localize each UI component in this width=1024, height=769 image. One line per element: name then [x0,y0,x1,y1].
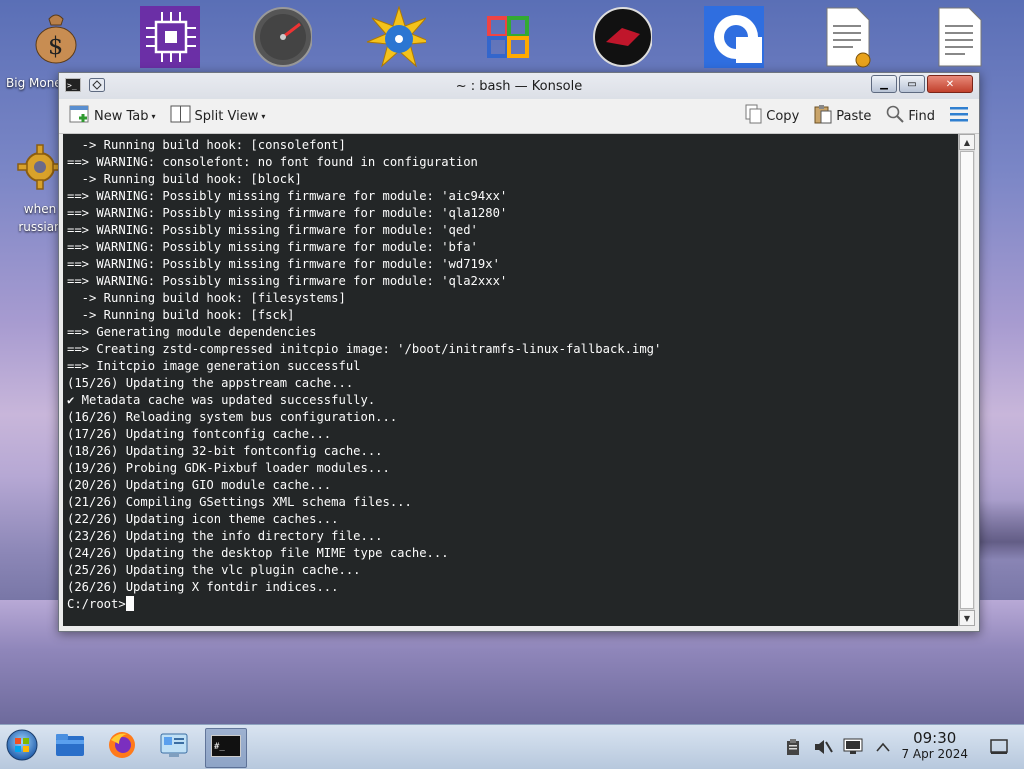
copy-icon [743,104,763,128]
terminal-line: (16/26) Reloading system bus configurati… [67,410,398,424]
terminal-line: (21/26) Compiling GSettings XML schema f… [67,495,412,509]
split-view-button[interactable]: Split View ▾ [166,102,270,130]
terminal-lines: -> Running build hook: [consolefont] ==>… [67,138,661,594]
terminal-line: ==> Initcpio image generation successful [67,359,361,373]
taskbar: #_ 09:30 7 Apr 2024 [0,724,1024,769]
terminal-line: ==> Generating module dependencies [67,325,317,339]
konsole-window: >_ ~ : bash — Konsole ▁ ▭ ✕ New Tab ▾ Sp… [58,72,980,632]
terminal-line: (23/26) Updating the info directory file… [67,529,383,543]
taskbar-firefox[interactable] [102,728,142,766]
clock-date: 7 Apr 2024 [901,747,968,761]
clipboard-tray-icon[interactable] [782,737,804,757]
chevron-down-icon: ▾ [151,111,156,121]
split-view-icon [170,104,192,128]
taskbar-konsole[interactable]: #_ [205,728,247,768]
arrow-down-icon: ▼ [963,613,971,623]
hamburger-menu-icon [949,105,969,127]
terminal-line: (25/26) Updating the vlc plugin cache... [67,563,361,577]
folder-icon [55,732,85,762]
terminal-line: -> Running build hook: [block] [81,172,302,186]
terminal-line: (15/26) Updating the appstream cache... [67,376,354,390]
minimize-button[interactable]: ▁ [871,75,897,93]
terminal-line: ==> WARNING: Possibly missing firmware f… [67,257,500,271]
find-label: Find [908,108,935,124]
terminal-line: ==> WARNING: Possibly missing firmware f… [67,206,508,220]
new-tab-label: New Tab [94,108,149,124]
terminal-line: ==> WARNING: Possibly missing firmware f… [67,189,508,203]
cpu-chip-icon [140,6,200,68]
batch-file-icon [818,6,878,68]
text-file-icon [930,6,990,68]
hamburger-menu-button[interactable] [945,103,973,129]
terminal-line: -> Running build hook: [filesystems] [81,291,346,305]
network-tray-icon[interactable] [842,737,864,757]
terminal-line: ✔ Metadata cache was updated successfull… [67,393,376,407]
copy-button[interactable]: Copy [739,102,803,130]
show-desktop-icon[interactable] [988,737,1010,757]
terminal-icon: #_ [211,735,241,761]
search-icon [885,104,905,128]
terminal-line: (17/26) Updating fontconfig cache... [67,427,332,441]
close-icon: ✕ [945,78,955,90]
terminal-line: (26/26) Updating X fontdir indices... [67,580,339,594]
konsole-toolbar: New Tab ▾ Split View ▾ Copy Paste Find [59,99,979,134]
copy-label: Copy [766,108,800,124]
terminal-prompt: C:/root> [67,597,126,611]
paste-button[interactable]: Paste [809,102,875,130]
terminal-line: (20/26) Updating GIO module cache... [67,478,332,492]
scroll-up-button[interactable]: ▲ [959,134,975,150]
paste-label: Paste [836,108,872,124]
taskbar-system-settings[interactable] [154,728,194,766]
terminal-line: (22/26) Updating icon theme caches... [67,512,339,526]
terminal-line: ==> WARNING: Possibly missing firmware f… [67,274,508,288]
terminal-cursor [125,596,134,611]
close-button[interactable]: ✕ [927,75,973,93]
maximize-button[interactable]: ▭ [899,75,925,93]
chevron-up-icon[interactable] [872,737,894,757]
scrollbar-thumb[interactable] [960,151,974,609]
arrow-up-icon: ▲ [963,137,971,147]
firefox-icon [107,730,137,764]
starburst-disc-icon [366,6,426,68]
split-view-label: Split View [194,108,259,124]
scroll-down-button[interactable]: ▼ [959,610,975,626]
terminal-line: ==> WARNING: Possibly missing firmware f… [67,240,478,254]
office-logo-icon [478,6,538,68]
svg-text:#_: #_ [214,742,225,752]
terminal-line: (19/26) Probing GDK-Pixbuf loader module… [67,461,390,475]
taskbar-clock[interactable]: 09:30 7 Apr 2024 [901,729,968,761]
terminal-output[interactable]: -> Running build hook: [consolefont] ==>… [63,134,959,626]
volume-muted-icon[interactable] [812,737,834,757]
new-tab-button[interactable]: New Tab ▾ [65,102,160,130]
lock-icon [704,6,764,68]
control-panel-icon [159,731,189,763]
gauge-icon [252,6,312,68]
window-title: ~ : bash — Konsole [455,79,583,94]
chevron-down-icon: ▾ [261,111,266,121]
terminal-line: ==> WARNING: Possibly missing firmware f… [67,223,478,237]
svg-text:$: $ [48,32,63,60]
taskbar-file-manager[interactable] [50,728,90,766]
terminal-line: ==> Creating zstd-compressed initcpio im… [67,342,662,356]
minimize-icon: ▁ [880,78,888,90]
terminal-line: -> Running build hook: [consolefont] [81,138,346,152]
terminal-line: -> Running build hook: [fsck] [81,308,295,322]
terminal-line: (24/26) Updating the desktop file MIME t… [67,546,449,560]
window-titlebar[interactable]: >_ ~ : bash — Konsole ▁ ▭ ✕ [59,73,979,99]
papers-please-icon [592,6,652,68]
start-button[interactable] [2,728,42,766]
find-button[interactable]: Find [881,102,939,130]
terminal-line: (18/26) Updating 32-bit fontconfig cache… [67,444,383,458]
windows-orb-icon [5,728,39,766]
maximize-icon: ▭ [907,78,917,90]
new-tab-icon [69,104,91,128]
terminal-line: ==> WARNING: consolefont: no font found … [67,155,478,169]
paste-icon [813,104,833,128]
terminal-scrollbar[interactable]: ▲ ▼ [958,134,975,626]
clock-time: 09:30 [913,729,957,747]
money-bag-icon: $ [26,6,86,68]
desktop-icon-file[interactable] [910,6,1010,76]
